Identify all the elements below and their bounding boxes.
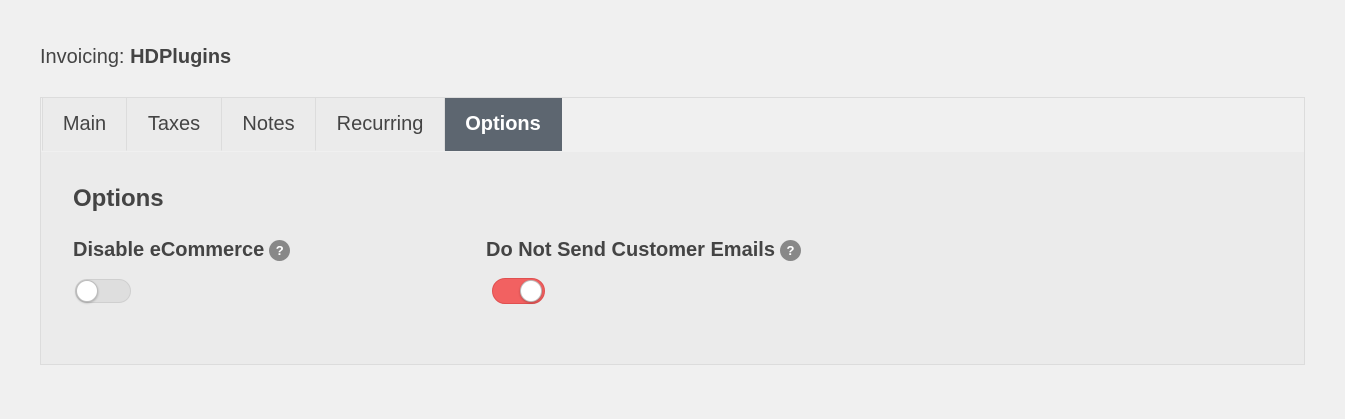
no-customer-emails-toggle[interactable] <box>492 278 545 304</box>
toggle-knob <box>520 280 542 302</box>
help-icon[interactable]: ? <box>779 239 801 261</box>
tab-options[interactable]: Options <box>445 98 562 151</box>
invoice-settings-panel: Main Taxes Notes Recurring Options Optio… <box>40 97 1305 365</box>
toggle-knob <box>76 280 98 302</box>
page-title-prefix: Invoicing: <box>40 46 125 68</box>
help-icon[interactable]: ? <box>269 239 291 261</box>
tab-bar: Main Taxes Notes Recurring Options <box>41 98 1304 152</box>
tab-main[interactable]: Main <box>42 98 127 151</box>
disable-ecommerce-toggle[interactable] <box>75 279 131 303</box>
option-label-row: Do Not Send Customer Emails ? <box>486 238 801 262</box>
option-label: Do Not Send Customer Emails <box>486 239 775 261</box>
option-label: Disable eCommerce <box>73 239 265 261</box>
section-title: Options <box>73 185 164 212</box>
tab-taxes[interactable]: Taxes <box>127 98 222 151</box>
option-disable-ecommerce: Disable eCommerce ? <box>73 238 291 303</box>
option-no-customer-emails: Do Not Send Customer Emails ? <box>486 238 801 304</box>
page-title-name: HDPlugins <box>130 46 232 68</box>
option-label-row: Disable eCommerce ? <box>73 238 291 262</box>
page-title: Invoicing: HDPlugins <box>40 45 231 69</box>
tab-notes[interactable]: Notes <box>222 98 316 151</box>
tab-recurring[interactable]: Recurring <box>316 98 445 151</box>
